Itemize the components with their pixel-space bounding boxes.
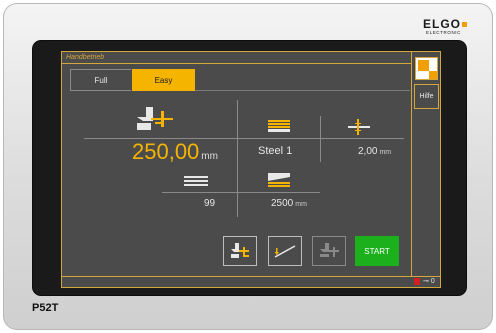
thickness-unit: mm bbox=[379, 149, 392, 156]
elgo-logo-icon bbox=[415, 57, 438, 80]
position-number: 250,00 bbox=[132, 139, 200, 164]
thickness-value[interactable]: 2,00 mm bbox=[358, 146, 391, 157]
divider bbox=[237, 100, 238, 174]
model-label: P52T bbox=[32, 302, 59, 314]
tool-select-button[interactable] bbox=[223, 236, 257, 266]
tab-easy[interactable]: Easy bbox=[132, 69, 195, 91]
divider bbox=[162, 192, 320, 193]
tab-underline bbox=[195, 90, 410, 91]
tool-move-icon bbox=[320, 243, 339, 257]
length-value[interactable]: 2500 mm bbox=[271, 198, 307, 209]
ramp-icon bbox=[274, 245, 296, 258]
brand-name: ELGO bbox=[422, 17, 461, 31]
divider bbox=[237, 172, 238, 217]
touch-screen: Handbetrieb Hilfe Full Easy 250,00 mm Ste… bbox=[61, 51, 441, 288]
ramp-button[interactable] bbox=[268, 236, 302, 266]
press-bend-icon bbox=[268, 173, 290, 187]
status-bar-divider bbox=[62, 276, 440, 277]
count-value[interactable]: 99 bbox=[204, 198, 215, 209]
brand-sub: ELECTRONIC bbox=[425, 30, 461, 35]
sheet-stack-icon bbox=[184, 176, 208, 186]
crosshair-icon bbox=[348, 119, 370, 135]
material-value[interactable]: Steel 1 bbox=[258, 145, 292, 157]
key-indicator: ⊸ 0 bbox=[423, 277, 435, 285]
help-button[interactable]: Hilfe bbox=[414, 84, 439, 109]
brand-mark-icon bbox=[462, 22, 467, 27]
status-led bbox=[414, 278, 420, 285]
tool-position-icon bbox=[137, 107, 173, 130]
tab-full[interactable]: Full bbox=[70, 69, 131, 91]
brand-logo: ELGO ELECTRONIC bbox=[423, 18, 461, 36]
right-column-divider bbox=[411, 52, 412, 276]
key-icon: ⊸ bbox=[423, 278, 429, 285]
stack-sheets-icon bbox=[268, 120, 290, 132]
start-button[interactable]: START bbox=[355, 236, 399, 266]
tool-select-icon bbox=[231, 243, 249, 258]
tool-move-button[interactable] bbox=[312, 236, 346, 266]
position-value[interactable]: 250,00 mm bbox=[132, 139, 218, 165]
divider bbox=[320, 116, 321, 162]
thickness-number: 2,00 bbox=[358, 146, 378, 157]
length-unit: mm bbox=[295, 201, 307, 208]
screen-title: Handbetrieb bbox=[62, 52, 411, 64]
key-count: 0 bbox=[430, 278, 435, 285]
position-unit: mm bbox=[201, 151, 218, 162]
length-number: 2500 bbox=[271, 198, 294, 209]
